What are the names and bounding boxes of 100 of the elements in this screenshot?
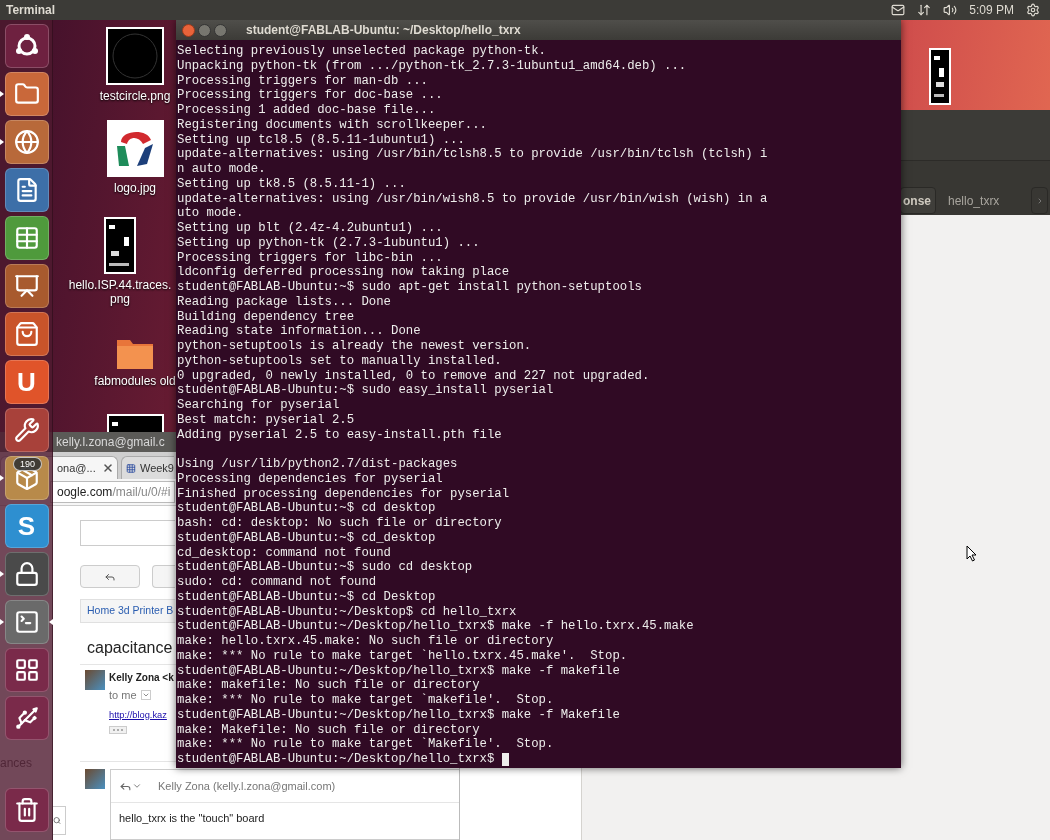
url-host: oogle.com (57, 484, 113, 501)
terminal-line: sudo: cd: command not found (177, 575, 377, 590)
terminal-line: make: *** No rule to make target `Makefile'. Stop. (177, 737, 554, 752)
terminal-line: Building dependency tree (177, 309, 355, 325)
address-field[interactable]: oogle.com/mail/u/0/#i (50, 481, 175, 503)
launcher-item[interactable] (4, 408, 49, 452)
launcher-item[interactable] (4, 24, 49, 68)
terminal-icon (13, 609, 40, 635)
workspaces-icon (13, 657, 40, 683)
terminal-line: Finished processing dependencies for pyserial (177, 486, 510, 502)
terminal-line: student@FABLAB-Ubuntu:~$ cd Desktop (177, 589, 436, 605)
terminal-line: student@FABLAB-Ubuntu:~$ sudo easy_install pyserial (177, 383, 554, 398)
file-label[interactable]: testcircle.png (99, 89, 171, 103)
terminal-line: uto mode. (177, 206, 244, 221)
terminal-line: make: Makefile: No such file or directory (177, 722, 480, 737)
launcher-item[interactable] (4, 264, 49, 308)
folder-icon (13, 81, 40, 107)
dropdown-icon[interactable] (140, 690, 151, 701)
launcher-item[interactable] (4, 788, 49, 832)
minimize-button[interactable] (198, 23, 211, 37)
presentation-icon (13, 273, 40, 299)
path-tab[interactable]: onse (900, 187, 936, 214)
terminal-line: Registering documents with scrollkeeper... (177, 117, 487, 133)
terminal-line: Processing triggers for libc-bin ... (177, 250, 443, 266)
terminal-line: student@FABLAB-Ubuntu:~/Desktop/hello_txrx$ (177, 752, 496, 767)
terminal-line: Reading state information... Done (177, 324, 421, 339)
clock[interactable]: 5:09 PM (969, 1, 1014, 19)
mouse-pointer-icon (966, 545, 977, 562)
window-title: kelly.l.zona@gmail.c (56, 434, 165, 451)
terminal-line: Best match: pyserial 2.5 (177, 412, 355, 428)
launcher-item[interactable] (4, 168, 49, 212)
reply-recipient: Kelly Zona (kelly.l.zona@gmail.com) (158, 779, 336, 795)
app-title: Terminal (6, 2, 56, 19)
volume-icon[interactable] (943, 3, 958, 17)
launcher-item[interactable] (4, 120, 49, 164)
terminal-line: Unpacking python-tk (from .../python-tk_2.7.3-1ubuntu1_amd64.deb) ... (177, 58, 687, 74)
recipient-label: to me (109, 688, 137, 703)
terminal-line: Processing 1 added doc-base file... (177, 103, 436, 118)
terminal-line: Processing dependencies for pyserial (177, 471, 443, 487)
terminal-line: update-alternatives: using /usr/bin/wish8.5 to provide /usr/bin/wish (wish) in a (177, 191, 768, 207)
terminal-line: student@FABLAB-Ubuntu:~$ sudo cd desktop (177, 560, 473, 575)
close-button[interactable] (182, 23, 195, 37)
email-link[interactable]: http://blog.kaz (109, 708, 167, 723)
launcher-item[interactable] (4, 72, 49, 116)
path-tab[interactable]: hello_txrx (944, 187, 1004, 214)
file-label[interactable]: logo.jpg (113, 181, 156, 195)
terminal-line: Using /usr/lib/python2.7/dist-packages (177, 457, 458, 472)
terminal-line: make: hello.txrx.45.make: No such file or directory (177, 634, 554, 649)
terminal-line: student@FABLAB-Ubuntu:~$ cd_desktop (177, 530, 436, 546)
terminal-line: make: *** No rule to make target `makefile'. Stop. (177, 693, 554, 708)
terminal-line: python-setuptools is already the newest version. (177, 339, 532, 354)
terminal-line: student@FABLAB-Ubuntu:~/Desktop/hello_txrx$ make -f makefile (177, 663, 620, 679)
avatar (85, 670, 105, 690)
sender-name: Kelly Zona <k (109, 671, 174, 685)
reply-box[interactable]: Kelly Zona (kelly.l.zona@gmail.com) hello_txrx is the "touch" board (110, 769, 459, 840)
usb-icon (13, 705, 40, 731)
terminal-line: student@FABLAB-Ubuntu:~/Desktop/hello_txrx$ make -f Makefile (177, 707, 620, 723)
terminal-line: 0 upgraded, 0 newly installed, 0 to remove and 227 not upgraded. (177, 368, 650, 384)
launcher-item[interactable] (4, 648, 49, 692)
terminal-line: Setting up python-tk (2.7.3-1ubuntu1) ... (177, 235, 480, 251)
launcher-item[interactable] (4, 552, 49, 596)
terminal-line: update-alternatives: using /usr/bin/tclsh8.5 to provide /usr/bin/tclsh (tclsh) i (177, 147, 768, 162)
terminal-line: make: *** No rule to make target `hello.txrx.45.make'. Stop. (177, 648, 628, 664)
spreadsheet-icon (13, 225, 40, 251)
mail-icon[interactable] (891, 3, 906, 17)
shopping-bag-icon (13, 321, 40, 347)
launcher-item[interactable] (4, 600, 49, 644)
launcher-item[interactable] (4, 216, 49, 260)
search-icon (53, 814, 61, 827)
terminal-line: Processing triggers for man-db ... (177, 73, 428, 89)
terminal-line: Searching for pyserial (177, 398, 340, 413)
reply-text: hello_txrx is the "touch" board (119, 811, 266, 827)
terminal-line: make: makefile: No such file or directory (177, 678, 480, 693)
network-icon[interactable] (917, 3, 932, 17)
terminal-line: Setting up tk8.5 (8.5.11-1) ... (177, 176, 406, 192)
breadcrumb-link[interactable]: Home 3d Printer B (87, 603, 174, 619)
file-label[interactable]: fabmodules old (94, 374, 176, 388)
email-subject: capacitance (87, 638, 173, 658)
terminal-line: student@FABLAB-Ubuntu:~$ cd desktop (177, 501, 436, 516)
terminal-line: student@FABLAB-Ubuntu:~/Desktop/hello_txrx$ make -f hello.txrx.45.make (177, 619, 694, 634)
gear-icon[interactable] (1026, 3, 1040, 17)
wrench-icon (13, 417, 40, 443)
launcher-item[interactable]: U (4, 360, 49, 404)
lock-icon (13, 561, 40, 587)
terminal-line: bash: cd: desktop: No such file or directory (177, 516, 502, 531)
terminal-line: Selecting previously unselected package python-tk. (177, 44, 546, 59)
search-field[interactable] (53, 806, 66, 835)
launcher-item[interactable] (4, 696, 49, 740)
browser-tab[interactable]: Week9 (121, 456, 174, 479)
terminal-line: Reading package lists... Done (177, 294, 391, 310)
terminal-line: student@FABLAB-Ubuntu:~/Desktop$ cd hello_txrx (177, 604, 517, 620)
file-label[interactable]: hello.ISP.44.traces. png (68, 278, 172, 306)
url-path: /mail/u/0/#i (112, 484, 171, 501)
launcher-item[interactable]: S (4, 504, 49, 548)
launcher-item[interactable] (4, 312, 49, 356)
maximize-button[interactable] (214, 23, 227, 37)
terminal-line: Adding pyserial 2.5 to easy-install.pth file (177, 427, 502, 443)
close-icon[interactable] (101, 462, 114, 474)
terminal-line: student@FABLAB-Ubuntu:~$ sudo apt-get install python-setuptools (177, 280, 642, 295)
search-input[interactable] (80, 520, 175, 546)
